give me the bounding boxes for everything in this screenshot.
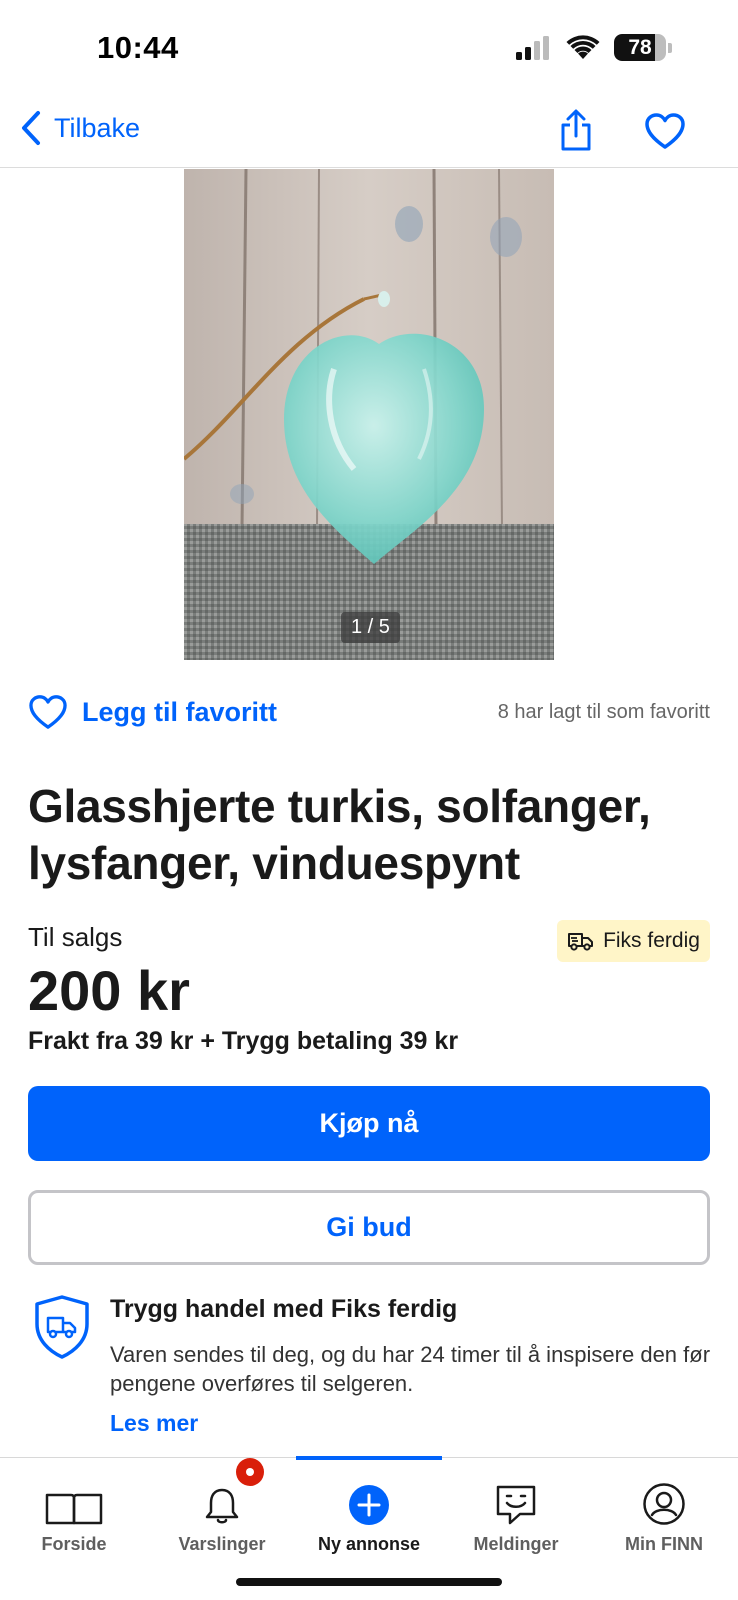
battery-icon: 78	[614, 34, 666, 61]
heart-icon	[645, 113, 685, 149]
home-indicator[interactable]	[236, 1578, 502, 1586]
share-icon	[561, 109, 591, 151]
status-icons: 78	[516, 34, 672, 61]
share-button[interactable]	[558, 108, 594, 157]
safe-trade-body: Varen sendes til deg, og du har 24 timer…	[110, 1342, 711, 1396]
favorite-header-button[interactable]	[644, 112, 686, 155]
image-gallery[interactable]: 1 / 5	[184, 169, 554, 660]
cellular-signal-icon	[516, 35, 549, 60]
book-icon	[45, 1493, 103, 1525]
favorite-count: 8 har lagt til som favoritt	[497, 700, 710, 723]
tab-label: Ny annonse	[317, 1534, 421, 1554]
chat-icon	[496, 1485, 536, 1525]
tab-icon-wrap	[204, 1470, 240, 1526]
product-image	[184, 169, 554, 660]
tab-icon-wrap	[494, 1470, 538, 1526]
tab-min-finn[interactable]: Min FINN	[590, 1458, 738, 1558]
truck-icon	[568, 933, 594, 951]
nav-bar: Tilbake	[0, 100, 738, 168]
profile-icon	[643, 1483, 685, 1525]
add-to-favorites-label: Legg til favoritt	[82, 696, 277, 727]
tab-icon-wrap	[44, 1470, 104, 1526]
heart-icon	[29, 695, 67, 729]
tab-varslinger[interactable]: Varslinger	[148, 1458, 296, 1558]
tab-label: Min FINN	[625, 1534, 703, 1554]
badge-label: Fiks ferdig	[603, 929, 700, 952]
back-label: Tilbake	[54, 112, 141, 143]
safe-trade-title: Trygg handel med Fiks ferdig	[110, 1295, 458, 1323]
listing-title: Glasshjerte turkis, solfanger, lysfanger…	[28, 780, 651, 889]
bell-icon	[205, 1488, 239, 1524]
plus-circle-icon	[349, 1485, 389, 1525]
chevron-left-icon	[22, 111, 40, 145]
status-bar: 10:44 78	[0, 0, 738, 100]
price: 200 kr	[28, 959, 190, 1022]
battery-nub	[668, 42, 672, 53]
shield-truck-icon	[35, 1295, 89, 1359]
tab-forside[interactable]: Forside	[0, 1458, 148, 1558]
back-button[interactable]: Tilbake	[20, 110, 140, 146]
tab-ny-annonse[interactable]: Ny annonse	[295, 1458, 443, 1558]
tab-label: Meldinger	[473, 1534, 559, 1554]
notification-badge	[236, 1458, 264, 1486]
tab-icon-wrap	[348, 1470, 390, 1526]
add-to-favorites-button[interactable]: Legg til favoritt	[28, 694, 277, 730]
read-more-link[interactable]: Les mer	[110, 1410, 198, 1437]
image-counter: 1 / 5	[341, 612, 400, 643]
tab-label: Forside	[41, 1534, 107, 1554]
shipping-info: Frakt fra 39 kr + Trygg betaling 39 kr	[28, 1027, 459, 1055]
sale-label: Til salgs	[28, 922, 123, 952]
fiks-ferdig-badge: Fiks ferdig	[557, 920, 710, 962]
tab-label: Varslinger	[178, 1534, 266, 1554]
tab-icon-wrap	[642, 1470, 686, 1526]
tab-meldinger[interactable]: Meldinger	[442, 1458, 590, 1558]
buy-now-button[interactable]: Kjøp nå	[28, 1086, 710, 1161]
battery-level: 78	[628, 35, 652, 59]
make-bid-button[interactable]: Gi bud	[28, 1190, 710, 1265]
wifi-icon	[566, 34, 600, 59]
status-time: 10:44	[97, 30, 179, 65]
favorite-row: Legg til favoritt 8 har lagt til som fav…	[28, 690, 710, 734]
